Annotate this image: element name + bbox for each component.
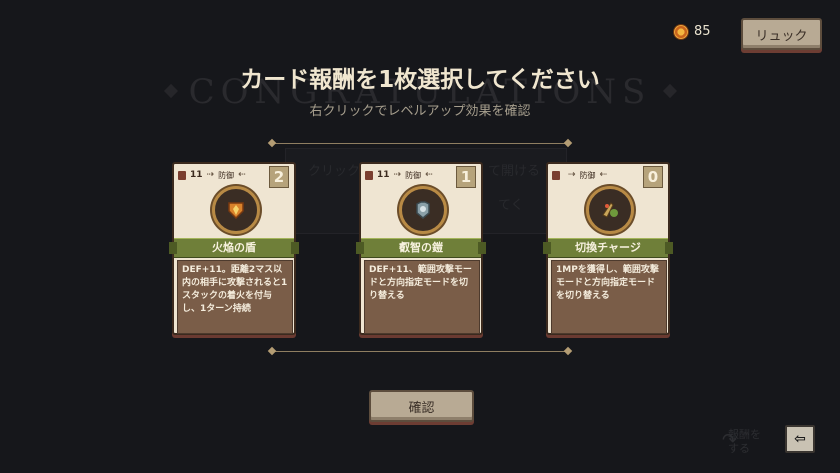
reward-card-1[interactable]: 11 ⇢ 防御 ⇠ 2 火焔の盾 DEF+11。距離2マス以内の相手に攻撃される… xyxy=(169,162,299,335)
card-emblem xyxy=(399,186,447,234)
background-panel-hint-3: てく xyxy=(498,198,524,213)
card-type: 防御 xyxy=(218,170,235,180)
background-panel-hint: クリック xyxy=(308,164,361,179)
range-arrow-icon: ⇢ xyxy=(568,170,576,180)
target-arrow-icon: ⇠ xyxy=(599,170,608,180)
target-arrow-icon: ⇠ xyxy=(238,170,246,180)
range-arrow-icon: ⇢ xyxy=(206,170,215,180)
target-arrow-icon: ⇠ xyxy=(425,170,433,180)
card-cost: 2 xyxy=(269,166,289,188)
range-arrow-icon: ⇢ xyxy=(393,170,402,180)
background-skip-text: 報酬を する xyxy=(728,428,761,456)
card-header: 11 ⇢ 防御 ⇠ xyxy=(178,168,246,182)
back-arrow-icon: ⇦ xyxy=(794,431,806,447)
card-cost: 0 xyxy=(643,166,663,188)
card-name: 叡智の鎧 xyxy=(356,238,486,258)
bag-button[interactable]: リュック xyxy=(741,18,822,50)
confirm-button[interactable]: 確認 xyxy=(369,390,474,422)
card-tag-value: 11 xyxy=(377,170,390,180)
card-emblem xyxy=(586,186,634,234)
wisdom-armor-icon xyxy=(416,201,430,219)
card-name: 切換チャージ xyxy=(543,238,673,258)
card-name: 火焔の盾 xyxy=(169,238,299,258)
defense-tag-icon xyxy=(552,170,560,180)
switch-charge-icon xyxy=(602,202,618,218)
flame-shield-icon xyxy=(228,202,244,220)
divider-top xyxy=(275,143,565,144)
card-description: DEF+11、範囲攻撃モードと方向指定モードを切り替える xyxy=(364,260,480,334)
defense-tag-icon xyxy=(178,170,186,180)
card-header: ⇢ 防御 ⇠ xyxy=(552,168,607,182)
reward-card-3[interactable]: ⇢ 防御 ⇠ 0 切換チャージ 1MPを獲得し、範囲攻撃モードと方向指定モードを… xyxy=(543,162,673,335)
card-description: DEF+11。距離2マス以内の相手に攻撃されると1スタックの着火を付与し、1ター… xyxy=(177,260,293,334)
page-title: カード報酬を1枚選択してください xyxy=(240,67,600,93)
card-type: 防御 xyxy=(405,170,422,180)
back-button[interactable]: ⇦ xyxy=(785,425,815,453)
background-skip-line-2: する xyxy=(728,442,750,455)
card-cost: 1 xyxy=(456,166,476,188)
page-subtitle: 右クリックでレベルアップ効果を確認 xyxy=(309,104,531,119)
card-tag-value: 11 xyxy=(190,170,203,180)
coin-icon xyxy=(674,24,688,39)
card-description: 1MPを獲得し、範囲攻撃モードと方向指定モードを切り替える xyxy=(551,260,667,334)
background-panel-hint-2: て開ける xyxy=(488,164,541,179)
coin-counter: 85 xyxy=(674,24,711,39)
coin-count: 85 xyxy=(694,24,711,39)
card-header: 11 ⇢ 防御 ⇠ xyxy=(365,168,433,182)
defense-tag-icon xyxy=(365,170,373,180)
background-skip-line-1: 報酬を xyxy=(728,428,761,441)
card-emblem xyxy=(212,186,260,234)
reward-card-2[interactable]: 11 ⇢ 防御 ⇠ 1 叡智の鎧 DEF+11、範囲攻撃モードと方向指定モードを… xyxy=(356,162,486,335)
divider-bottom xyxy=(275,351,565,352)
card-type: 防御 xyxy=(579,170,596,180)
